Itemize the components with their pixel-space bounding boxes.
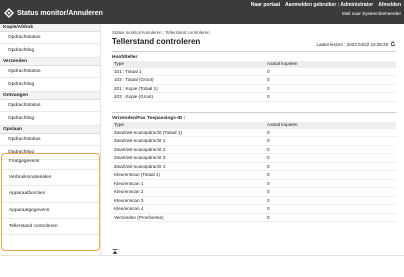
table-row: Zwart/wit-scanopdracht 3 0: [112, 154, 396, 163]
counter-value: 0: [267, 138, 270, 143]
sidebar-item-job-status[interactable]: Opdrachtstatus: [0, 32, 100, 44]
counter-type: 103 : Totaal (Groot): [114, 77, 154, 82]
counter-type: Zwart/wit-scanopdracht 4: [114, 163, 166, 169]
table-row: 203 : Kopie (Groot) 0: [112, 93, 396, 102]
counter-type: Zwart/wit-scanopdracht 3: [114, 155, 166, 160]
sidebar-item-job-status[interactable]: Opdrachtstatus: [0, 100, 100, 112]
page-title: Tellerstand controleren: [112, 37, 201, 46]
sidebar-item-check-counter[interactable]: Tellerstand controleren: [2, 219, 99, 235]
sidebar-heading: Kopie/Afdruk: [0, 24, 100, 32]
counter-value: 0: [267, 189, 270, 194]
table-row: Kleurenscan (Totaal 1) 0: [112, 171, 396, 180]
sidebar-group-receive: Ontvangen Opdrachtstatus Opdrachtlog: [0, 92, 100, 126]
section-title: Verzenden/Fax Toepassings-ID :: [112, 116, 186, 121]
send-fax-counter-section: Verzenden/Fax Toepassings-ID : Type Aant…: [112, 115, 396, 222]
main-counter-section: Hoofdteller Type Aantal kopieën 101 : To…: [112, 54, 396, 102]
user-info: Aanmelden gebruiker : Administrator: [285, 2, 374, 8]
table-row: 103 : Totaal (Groot) 0: [112, 76, 396, 85]
counter-value: 0: [267, 172, 270, 177]
counter-value: 0: [267, 85, 270, 91]
counter-value: 0: [267, 68, 270, 74]
table-row: Kleurenscan 4 0: [112, 205, 396, 214]
brand-logo-icon: [4, 8, 14, 18]
sidebar-item-consumables[interactable]: Verbruiksmaterialen: [2, 170, 99, 187]
counter-type: Kleurenscan 3: [114, 197, 144, 203]
sidebar-group-copy-print: Kopie/Afdruk Opdrachtstatus Opdrachtlog: [0, 24, 100, 58]
last-updated-text: Laatst leszen : 2022 04/22 23:39:28: [316, 41, 388, 47]
brand-title: Status monitor/Annuleren: [17, 9, 103, 17]
counter-type: Kleurenscan 4: [114, 206, 144, 211]
breadcrumb: Status monitor/Annuleren : Tellerstand c…: [112, 30, 210, 35]
sidebar-item-job-log[interactable]: Opdrachtlog: [0, 44, 100, 58]
counter-type: Kleurenscan 2: [114, 189, 144, 194]
counter-type: Kleurenscan 1: [114, 180, 144, 186]
counter-value: 0: [267, 214, 270, 220]
sidebar-item-device-features[interactable]: Apparaatfuncties: [2, 186, 99, 203]
table-row: Zwart/wit-scanopdracht 4 0: [112, 163, 396, 171]
divider: [112, 112, 396, 113]
highlighted-menu-group: Foutgegevens Verbruiksmaterialen Apparaa…: [1, 153, 100, 251]
sidebar-heading: Opslaan: [0, 126, 100, 134]
table-row: Verzenden (Proefversie) 0: [112, 214, 396, 222]
counter-type: Zwart/wit-scanopdracht 1: [114, 138, 166, 143]
mail-admin-link[interactable]: Mail naar Systeembeheerder: [342, 11, 401, 16]
table-row: 101 : Totaal 1 0: [112, 68, 396, 76]
top-links: Naar portaal Aanmelden gebruiker : Admin…: [251, 2, 401, 8]
brand: Status monitor/Annuleren: [4, 8, 103, 18]
counter-value: 0: [267, 197, 270, 203]
sidebar-item-job-log[interactable]: Opdrachtlog: [0, 78, 100, 92]
counter-value: 0: [267, 180, 270, 186]
counter-type: Zwart/wit-scanopdracht 2: [114, 146, 166, 152]
section-title: Hoofdteller: [112, 55, 138, 60]
sidebar-heading: Ontvangen: [0, 92, 100, 100]
counter-value: 0: [267, 129, 270, 135]
counter-value: 0: [267, 94, 270, 99]
counter-type: 203 : Kopie (Groot): [114, 94, 154, 99]
sidebar-item-job-status[interactable]: Opdrachtstatus: [0, 134, 100, 146]
sidebar-item-error-info[interactable]: Foutgegevens: [2, 154, 99, 171]
table-row: Zwart/wit-scanopdracht 2 0: [112, 146, 396, 154]
sidebar-item-device-info[interactable]: Apparaatgegevens: [2, 203, 99, 219]
table-row: Zwart/wit-scanopdracht 1 0: [112, 137, 396, 146]
sidebar-heading: Verzenden: [0, 58, 100, 66]
top-bar: Status monitor/Annuleren Naar portaal Aa…: [0, 0, 404, 24]
counter-type: Kleurenscan (Totaal 1): [114, 172, 160, 177]
counter-type: Verzenden (Proefversie): [114, 214, 164, 220]
counter-value: 0: [267, 163, 270, 169]
portal-link[interactable]: Naar portaal: [251, 2, 280, 8]
counter-type: 201 : Kopie (Totaal 1): [114, 85, 158, 91]
main-content: Status monitor/Annuleren : Tellerstand c…: [107, 24, 400, 255]
sidebar-group-send: Verzenden Opdrachtstatus Opdrachtlog: [0, 58, 100, 92]
counter-value: 0: [267, 77, 270, 82]
refresh-icon[interactable]: [390, 41, 396, 47]
sidebar-item-job-status[interactable]: Opdrachtstatus: [0, 66, 100, 78]
table-row: Zwart/wit-scanopdracht (Totaal 1) 0: [112, 129, 396, 137]
counter-type: 101 : Totaal 1: [114, 68, 142, 74]
bottom-bar: [0, 255, 404, 277]
logout-link[interactable]: Afmelden: [378, 2, 401, 8]
table-row: 201 : Kopie (Totaal 1) 0: [112, 85, 396, 93]
counter-value: 0: [267, 155, 270, 160]
sidebar-item-job-log[interactable]: Opdrachtlog: [0, 112, 100, 126]
counter-type: Zwart/wit-scanopdracht (Totaal 1): [114, 129, 182, 135]
counter-value: 0: [267, 206, 270, 211]
counter-value: 0: [267, 146, 270, 152]
table-row: Kleurenscan 1 0: [112, 180, 396, 188]
divider: [112, 51, 396, 52]
table-row: Kleurenscan 2 0: [112, 188, 396, 197]
table-row: Kleurenscan 3 0: [112, 197, 396, 205]
last-updated: Laatst leszen : 2022 04/22 23:39:28: [316, 41, 396, 47]
